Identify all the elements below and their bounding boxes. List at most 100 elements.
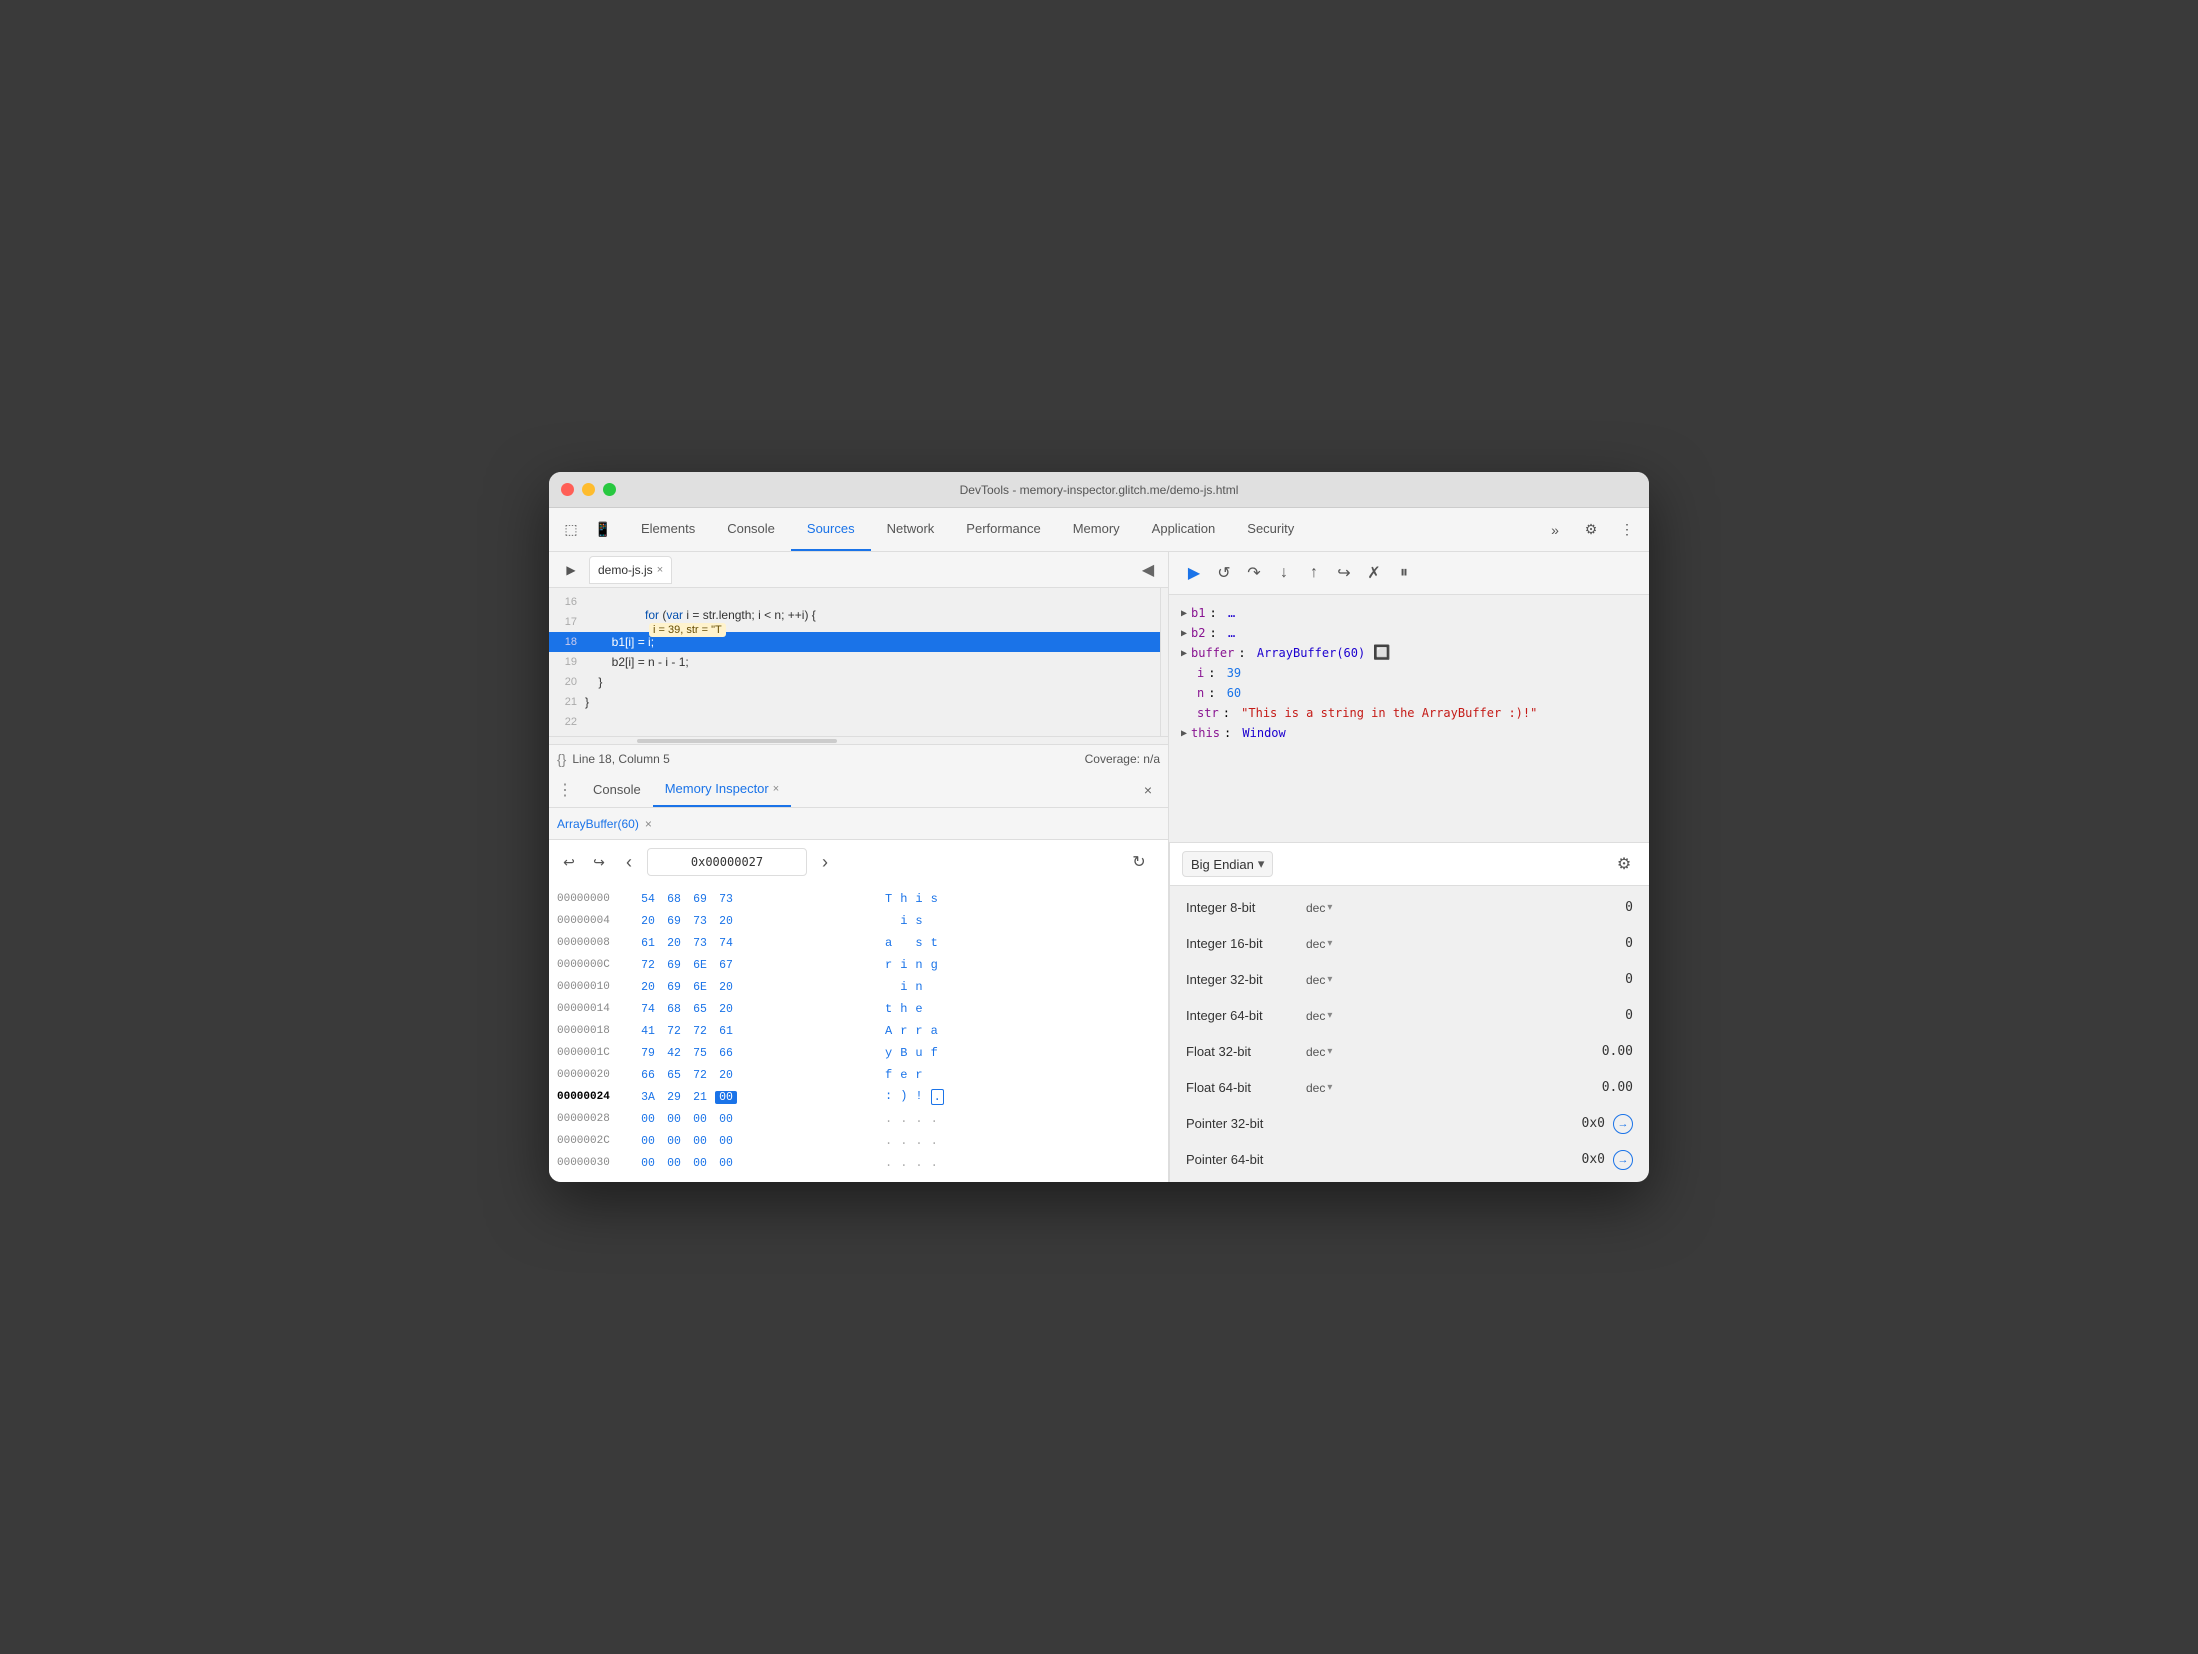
mi-refresh-btn[interactable]: ↻: [1127, 850, 1151, 874]
scope-arrow-b2[interactable]: ▶: [1181, 628, 1187, 639]
horizontal-scrollbar[interactable]: [549, 736, 1168, 744]
code-line-19: 19 b2[i] = n - i - 1;: [549, 652, 1160, 672]
value-row-float32: Float 32-bit dec ▾ 0.00: [1170, 1034, 1649, 1070]
coverage-text: Coverage: n/a: [1085, 752, 1160, 766]
scope-key-str: str: [1197, 706, 1219, 720]
row-addr: 00000020: [557, 1069, 637, 1081]
row-bytes: 72 69 6E 67: [637, 959, 877, 972]
scope-val-n: 60: [1227, 686, 1241, 700]
tab-console[interactable]: Console: [711, 508, 791, 551]
source-file-tab[interactable]: demo-js.js ×: [589, 556, 672, 584]
bottom-panel-dots[interactable]: ⋮: [557, 780, 573, 800]
toolbar-icons: ⬚ 📱: [557, 516, 617, 544]
more-options-button[interactable]: ⋮: [1613, 516, 1641, 544]
scope-arrow-b1[interactable]: ▶: [1181, 608, 1187, 619]
value-inspector-settings-btn[interactable]: ⚙: [1611, 851, 1637, 877]
memory-icon[interactable]: 🔲: [1373, 645, 1390, 661]
value-rows: Integer 8-bit dec ▾ 0 Integer 16-bit dec: [1170, 886, 1649, 1182]
memory-inspector: ArrayBuffer(60) × ↩ ↪ ‹ › ↻: [549, 808, 1168, 1182]
bottom-tab-close[interactable]: ×: [773, 783, 779, 795]
row-addr: 00000010: [557, 981, 637, 993]
value-type-float64[interactable]: dec ▾: [1306, 1081, 1356, 1095]
settings-button[interactable]: ⚙: [1577, 516, 1605, 544]
mi-next-btn[interactable]: ›: [813, 850, 837, 874]
line-num-17: 17: [549, 616, 585, 628]
value-type-int16[interactable]: dec ▾: [1306, 937, 1356, 951]
mi-back-btn[interactable]: ↩: [557, 850, 581, 874]
tab-memory[interactable]: Memory: [1057, 508, 1136, 551]
right-column: ▶ ↺ ↷ ↓ ↑ ↪ ✗ ⏸ ▶ b1 : …: [1169, 552, 1649, 1182]
cursor-icon[interactable]: ⬚: [557, 516, 585, 544]
scope-colon-this: :: [1224, 726, 1238, 740]
value-label-int16: Integer 16-bit: [1186, 936, 1306, 951]
scope-key-b2: b2: [1191, 626, 1205, 640]
row-ascii: . . . .: [885, 1112, 985, 1126]
device-icon[interactable]: 📱: [589, 516, 617, 544]
mi-hex-panel: ↩ ↪ ‹ › ↻ 00000000 54: [549, 840, 1159, 1182]
tab-network[interactable]: Network: [871, 508, 951, 551]
scope-item-b2: ▶ b2 : …: [1181, 623, 1637, 643]
tab-elements[interactable]: Elements: [625, 508, 711, 551]
code-line-20: 20 }: [549, 672, 1160, 692]
hex-row-18: 00000018 41 72 72 61 A r: [557, 1020, 1151, 1042]
value-row-ptr64: Pointer 64-bit 0x0 →: [1170, 1142, 1649, 1178]
value-type-int8[interactable]: dec ▾: [1306, 901, 1356, 915]
debug-step-btn[interactable]: ↪: [1331, 560, 1357, 586]
debug-step-into-btn[interactable]: ↓: [1271, 560, 1297, 586]
devtools-container: ▶ demo-js.js × ◀ 16: [549, 552, 1649, 1182]
tab-prev-btn[interactable]: ◀: [1136, 558, 1160, 582]
scope-item-b1: ▶ b1 : …: [1181, 603, 1637, 623]
mi-address-input[interactable]: [647, 848, 807, 876]
value-label-int64: Integer 64-bit: [1186, 1008, 1306, 1023]
row-bytes: 00 00 00 00: [637, 1157, 877, 1170]
scope-item-str: str : "This is a string in the ArrayBuff…: [1181, 703, 1637, 723]
scope-arrow-buffer[interactable]: ▶: [1181, 648, 1187, 659]
value-num-float64: 0.00: [1602, 1080, 1633, 1095]
bottom-tab-console[interactable]: Console: [581, 772, 653, 807]
value-label-int32: Integer 32-bit: [1186, 972, 1306, 987]
debug-pause-btn[interactable]: ⏸: [1391, 560, 1417, 586]
scope-key-i: i: [1197, 666, 1204, 680]
source-nav-icon[interactable]: ▶: [557, 556, 585, 584]
debug-restart-btn[interactable]: ↺: [1211, 560, 1237, 586]
ptr32-link-btn[interactable]: →: [1613, 1114, 1633, 1134]
scope-key-n: n: [1197, 686, 1204, 700]
debug-resume-btn[interactable]: ▶: [1181, 560, 1207, 586]
more-tabs-button[interactable]: »: [1541, 516, 1569, 544]
maximize-button[interactable]: [603, 483, 616, 496]
mi-prev-btn[interactable]: ‹: [617, 850, 641, 874]
row-bytes: 54 68 69 73: [637, 893, 877, 906]
value-type-float32[interactable]: dec ▾: [1306, 1045, 1356, 1059]
minimize-button[interactable]: [582, 483, 595, 496]
ptr64-link-btn[interactable]: →: [1613, 1150, 1633, 1170]
scrollbar[interactable]: [1160, 588, 1168, 736]
scope-val-str: "This is a string in the ArrayBuffer :)!…: [1241, 706, 1537, 720]
row-bytes: 79 42 75 66: [637, 1047, 877, 1060]
bottom-panel-close-btn[interactable]: ×: [1136, 778, 1160, 802]
bottom-tab-memory-inspector[interactable]: Memory Inspector ×: [653, 772, 791, 807]
tab-security[interactable]: Security: [1231, 508, 1310, 551]
tab-application[interactable]: Application: [1136, 508, 1232, 551]
row-addr: 0000002C: [557, 1135, 637, 1147]
array-buffer-close[interactable]: ×: [645, 817, 652, 831]
debug-step-over-btn[interactable]: ↷: [1241, 560, 1267, 586]
tab-sources[interactable]: Sources: [791, 508, 871, 551]
status-bar-right: Coverage: n/a: [1085, 752, 1160, 766]
mi-forward-btn[interactable]: ↪: [587, 850, 611, 874]
close-button[interactable]: [561, 483, 574, 496]
value-type-int32[interactable]: dec ▾: [1306, 973, 1356, 987]
debug-deactivate-btn[interactable]: ✗: [1361, 560, 1387, 586]
endian-select[interactable]: Big Endian ▾: [1182, 851, 1273, 877]
value-type-int64[interactable]: dec ▾: [1306, 1009, 1356, 1023]
row-addr: 00000018: [557, 1025, 637, 1037]
scope-arrow-this[interactable]: ▶: [1181, 728, 1187, 739]
scope-colon-b2: :: [1209, 626, 1223, 640]
source-tabs: ▶ demo-js.js × ◀: [549, 552, 1168, 588]
hex-row-4: 00000004 20 69 73 20 i: [557, 910, 1151, 932]
scope-colon-i: :: [1208, 666, 1222, 680]
debug-step-out-btn[interactable]: ↑: [1301, 560, 1327, 586]
tab-performance[interactable]: Performance: [950, 508, 1056, 551]
source-tab-close[interactable]: ×: [657, 564, 663, 576]
code-text-19: b2[i] = n - i - 1;: [585, 655, 689, 669]
value-row-int16: Integer 16-bit dec ▾ 0: [1170, 926, 1649, 962]
